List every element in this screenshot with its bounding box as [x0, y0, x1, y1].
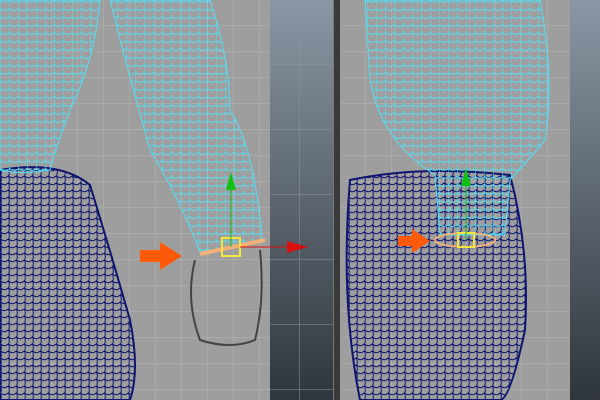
backdrop-panel	[570, 0, 600, 400]
viewport-left[interactable]	[0, 0, 333, 400]
viewport-right[interactable]	[340, 0, 600, 400]
viewport-right-canvas[interactable]	[340, 0, 600, 400]
viewport-left-canvas[interactable]	[0, 0, 333, 400]
